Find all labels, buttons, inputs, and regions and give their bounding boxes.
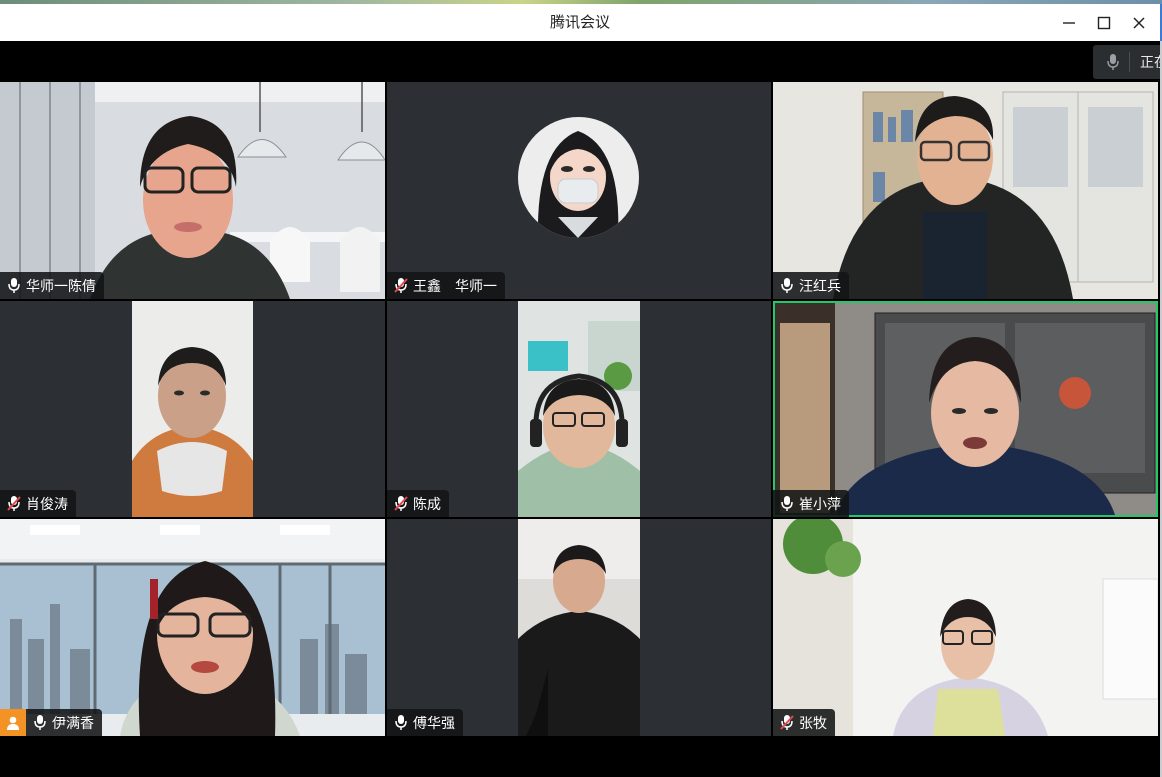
participant-video <box>773 82 1158 299</box>
participant-tile[interactable]: 傅华强 <box>387 519 771 736</box>
participant-name: 肖俊涛 <box>26 496 68 513</box>
meeting-top-bar: 正在 <box>0 41 1162 82</box>
participant-name: 傅华强 <box>413 715 455 732</box>
participant-video <box>132 301 253 517</box>
participant-name: 崔小萍 <box>799 496 841 513</box>
participant-avatar <box>518 117 639 238</box>
mic-icon <box>779 495 795 513</box>
participant-nametag: 张牧 <box>773 709 835 736</box>
participant-nametag: 傅华强 <box>387 709 463 736</box>
participant-nametag: 陈成 <box>387 490 449 517</box>
minimize-button[interactable] <box>1052 8 1086 37</box>
participant-tile[interactable]: 肖俊涛 <box>0 301 385 517</box>
participant-tile[interactable]: 华师一陈倩 <box>0 82 385 299</box>
close-icon <box>1133 16 1145 29</box>
participant-nametag: 王鑫 华师一 <box>387 272 505 299</box>
participant-nametag: 肖俊涛 <box>0 490 76 517</box>
participant-video <box>773 519 1158 736</box>
maximize-icon <box>1097 16 1111 29</box>
participant-video <box>0 82 385 299</box>
participant-name: 华师一陈倩 <box>26 278 96 295</box>
user-icon <box>7 716 19 730</box>
participant-name: 王鑫 华师一 <box>413 278 497 295</box>
participant-name: 张牧 <box>799 715 827 732</box>
participant-name: 伊满香 <box>52 715 94 732</box>
participant-name: 汪红兵 <box>799 278 841 295</box>
participant-tile[interactable]: 汪红兵 <box>773 82 1158 299</box>
mic-icon <box>6 277 22 295</box>
participant-video <box>775 303 1156 515</box>
participant-tile[interactable]: 王鑫 华师一 <box>387 82 771 299</box>
speaking-indicator[interactable]: 正在 <box>1093 45 1162 79</box>
participant-nametag: 伊满香 <box>26 709 102 736</box>
window-title: 腾讯会议 <box>549 13 610 31</box>
speaking-indicator-label: 正在 <box>1140 55 1162 71</box>
participant-video <box>0 519 385 736</box>
mic-icon <box>32 714 48 732</box>
meeting-bottom-bar <box>0 736 1162 777</box>
mic-icon <box>393 714 409 732</box>
participant-tile[interactable]: 陈成 <box>387 301 771 517</box>
mic-muted-icon <box>779 714 795 732</box>
host-badge <box>0 709 26 736</box>
mic-icon <box>1107 53 1119 71</box>
participant-nametag: 崔小萍 <box>773 490 849 517</box>
mic-muted-icon <box>393 277 409 295</box>
participant-tile-active-speaker[interactable]: 崔小萍 <box>773 301 1158 517</box>
participant-name: 陈成 <box>413 496 441 513</box>
minimize-icon <box>1063 21 1075 24</box>
participant-tile[interactable]: 张牧 <box>773 519 1158 736</box>
participant-video <box>518 301 640 517</box>
mic-muted-icon <box>393 495 409 513</box>
maximize-button[interactable] <box>1087 8 1121 37</box>
video-grid: 华师一陈倩 王鑫 华师一 汪红兵 肖俊涛 陈成 崔小萍 伊满香 傅华强 张牧 <box>0 82 1160 736</box>
participant-nametag: 华师一陈倩 <box>0 272 104 299</box>
mic-icon <box>779 277 795 295</box>
close-button[interactable] <box>1122 8 1156 37</box>
participant-nametag: 汪红兵 <box>773 272 849 299</box>
participant-tile[interactable]: 伊满香 <box>0 519 385 736</box>
participant-video <box>518 519 640 736</box>
mic-muted-icon <box>6 495 22 513</box>
title-bar: 腾讯会议 <box>0 4 1162 41</box>
